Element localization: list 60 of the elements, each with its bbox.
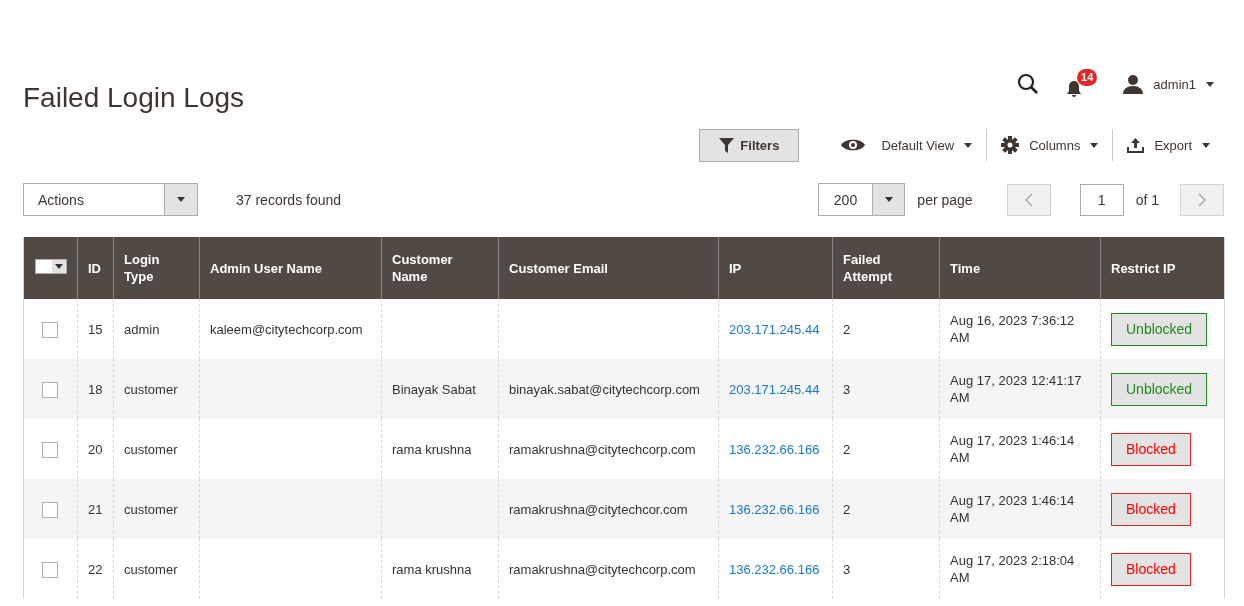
row-checkbox[interactable] [42, 501, 58, 518]
page-total: of 1 [1135, 191, 1159, 208]
upload-icon [1127, 137, 1145, 153]
notifications-button[interactable]: 14 [1065, 69, 1098, 99]
caret-icon [1090, 142, 1099, 148]
page-title: Failed Login Logs [23, 82, 245, 114]
column-header[interactable]: Time [939, 237, 1101, 299]
table-cell: Aug 17, 2023 2:18:04 AM [939, 539, 1101, 599]
column-header[interactable]: Customer Name [381, 237, 499, 299]
restrict-ip-button[interactable]: Unblocked [1111, 372, 1208, 406]
caret-icon [177, 197, 185, 202]
next-page-button[interactable] [1180, 183, 1224, 216]
row-checkbox[interactable] [42, 381, 58, 398]
ip-link[interactable]: 136.232.66.166 [729, 501, 820, 517]
column-header[interactable]: Failed Attempt [832, 237, 940, 299]
table-cell: ramakrushna@citytechcorp.com [498, 539, 719, 599]
restrict-ip-button[interactable]: Unblocked [1111, 312, 1208, 346]
column-header[interactable]: Customer Email [498, 237, 719, 299]
ip-link[interactable]: 136.232.66.166 [729, 441, 820, 457]
per-page-label: per page [917, 191, 973, 208]
row-checkbox[interactable] [42, 561, 58, 578]
row-checkbox[interactable] [42, 321, 58, 338]
row-checkbox[interactable] [42, 441, 58, 458]
select-all-checkbox[interactable] [34, 259, 67, 274]
caret-icon [964, 142, 973, 148]
bell-icon [1065, 79, 1084, 99]
table-cell: 3 [832, 539, 940, 599]
ip-link[interactable]: 203.171.245.44 [729, 381, 820, 397]
gear-icon [1001, 136, 1020, 154]
caret-icon [884, 197, 893, 202]
filters-button[interactable]: Filters [699, 128, 800, 162]
column-header[interactable]: Admin User Name [199, 237, 382, 299]
user-menu[interactable]: admin1 [1123, 74, 1214, 94]
export-button[interactable]: Export [1113, 129, 1224, 161]
search-icon[interactable] [1017, 73, 1040, 95]
ip-link[interactable]: 203.171.245.44 [729, 321, 820, 337]
columns-button[interactable]: Columns [987, 129, 1113, 161]
column-header[interactable]: ID [77, 237, 114, 299]
caret-icon [1206, 81, 1214, 87]
per-page-select[interactable]: 200 [818, 183, 906, 216]
previous-page-button[interactable] [1006, 183, 1051, 216]
user-icon [1123, 74, 1144, 94]
column-header[interactable]: Restrict IP [1100, 237, 1225, 299]
column-header[interactable]: Login Type [113, 237, 200, 299]
page-number-field[interactable]: 1 [1079, 183, 1124, 216]
caret-icon [54, 264, 63, 269]
chevron-left-icon [1024, 192, 1033, 207]
default-view-button[interactable]: Default View [827, 129, 987, 161]
eye-icon [841, 138, 866, 152]
table-cell: 22 [77, 539, 114, 599]
chevron-right-icon [1198, 192, 1206, 207]
ip-link[interactable]: 136.232.66.166 [729, 561, 820, 577]
table-cell: rama krushna [381, 539, 499, 599]
table-cell: customer [113, 539, 200, 599]
notification-count: 14 [1077, 69, 1098, 86]
records-count: 37 records found [236, 191, 343, 208]
actions-dropdown[interactable]: Actions [23, 183, 198, 216]
caret-icon [1202, 142, 1210, 148]
column-header[interactable]: IP [718, 237, 833, 299]
filter-icon [719, 137, 735, 153]
